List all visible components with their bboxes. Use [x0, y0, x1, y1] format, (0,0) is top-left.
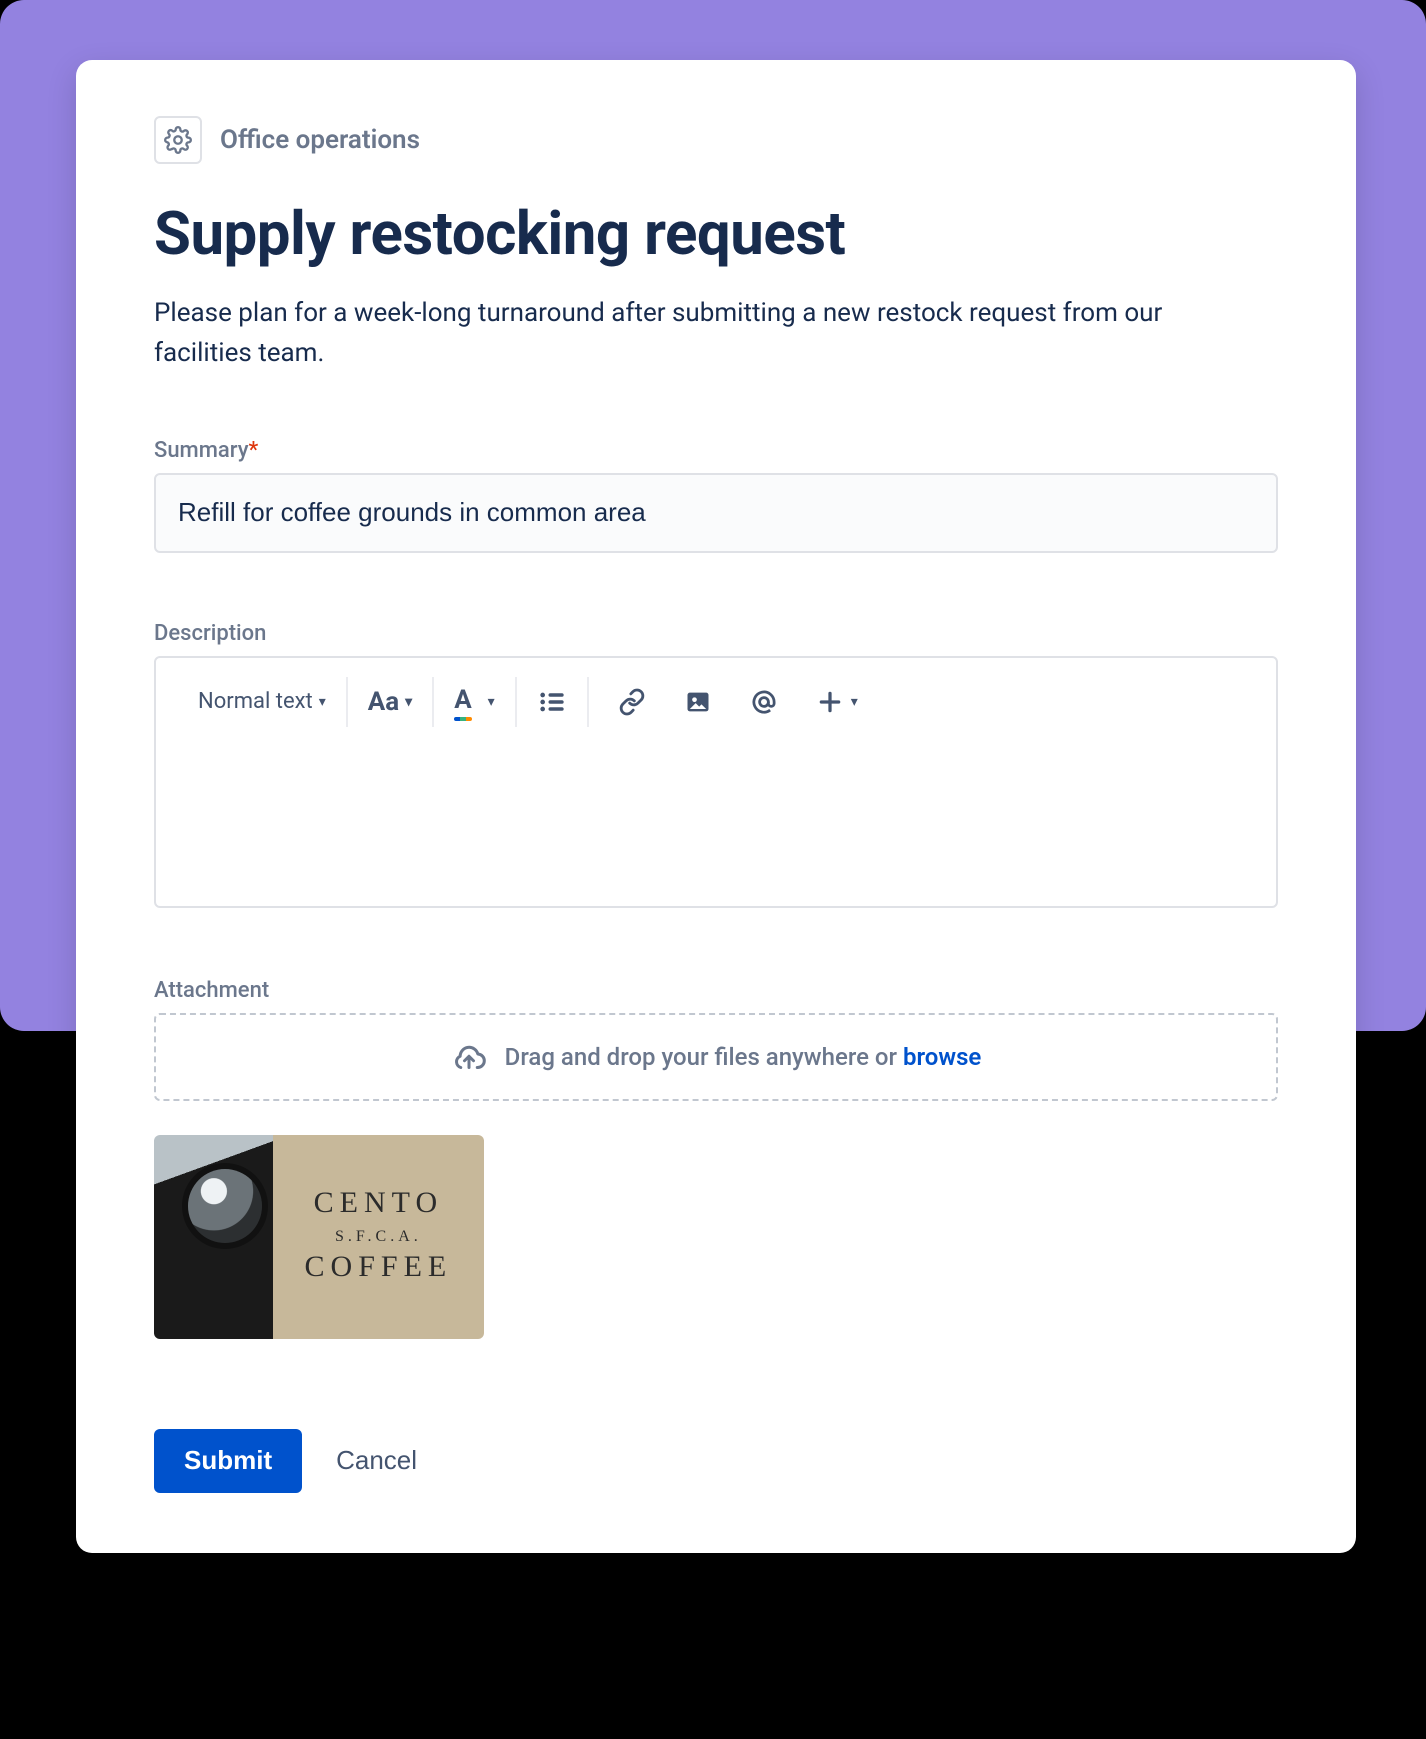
description-label: Description [154, 621, 1278, 646]
image-icon [683, 687, 713, 717]
request-form-card: Office operations Supply restocking requ… [76, 60, 1356, 1553]
editor-toolbar: Normal text ▾ Aa ▾ A ▾ [156, 658, 1276, 746]
text-style-label: Normal text [198, 689, 313, 714]
page-title: Supply restocking request [154, 198, 1278, 269]
text-color-dropdown[interactable]: A ▾ [454, 685, 495, 719]
image-button[interactable] [683, 687, 713, 717]
at-sign-icon [749, 687, 779, 717]
submit-button[interactable]: Submit [154, 1429, 302, 1493]
chevron-down-icon: ▾ [488, 694, 495, 710]
mention-button[interactable] [749, 687, 779, 717]
bullet-list-icon [537, 687, 567, 717]
plus-icon [815, 687, 845, 717]
summary-label: Summary* [154, 438, 1278, 463]
page-description: Please plan for a week-long turnaround a… [154, 293, 1174, 374]
gear-icon [154, 116, 202, 164]
form-actions: Submit Cancel [154, 1429, 1278, 1493]
project-breadcrumb: Office operations [154, 116, 1278, 164]
text-color-icon: A [454, 685, 471, 719]
thumbnail-photo-left [154, 1135, 273, 1339]
project-name: Office operations [220, 125, 420, 155]
thumbnail-photo-right: CENTO S.F.C.A. COFFEE [273, 1135, 484, 1339]
link-button[interactable] [617, 687, 647, 717]
dropzone-text: Drag and drop your files anywhere or bro… [505, 1043, 982, 1071]
dropzone-static-text: Drag and drop your files anywhere or [505, 1043, 903, 1071]
text-style-dropdown[interactable]: Normal text ▾ [198, 689, 326, 714]
summary-input[interactable] [154, 473, 1278, 553]
thumbnail-text-1: CENTO [305, 1183, 453, 1224]
chevron-down-icon: ▾ [405, 694, 412, 710]
link-icon [617, 687, 647, 717]
rich-text-editor: Normal text ▾ Aa ▾ A ▾ [154, 656, 1278, 908]
cloud-upload-icon [451, 1039, 487, 1075]
chevron-down-icon: ▾ [851, 694, 858, 710]
thumbnail-text-3: COFFEE [305, 1247, 453, 1288]
insert-more-dropdown[interactable]: ▾ [815, 687, 858, 717]
attachment-label: Attachment [154, 978, 1278, 1003]
chevron-down-icon: ▾ [319, 694, 326, 710]
text-format-icon: Aa [368, 687, 399, 717]
text-formatting-dropdown[interactable]: Aa ▾ [368, 687, 412, 717]
attachment-thumbnail[interactable]: CENTO S.F.C.A. COFFEE [154, 1135, 484, 1339]
thumbnail-text-2: S.F.C.A. [305, 1226, 453, 1248]
attachment-dropzone[interactable]: Drag and drop your files anywhere or bro… [154, 1013, 1278, 1101]
list-button[interactable] [537, 687, 567, 717]
browse-link[interactable]: browse [903, 1043, 981, 1071]
summary-label-text: Summary [154, 438, 249, 463]
required-indicator: * [249, 438, 259, 463]
description-textarea[interactable] [156, 746, 1276, 906]
cancel-button[interactable]: Cancel [336, 1445, 417, 1476]
